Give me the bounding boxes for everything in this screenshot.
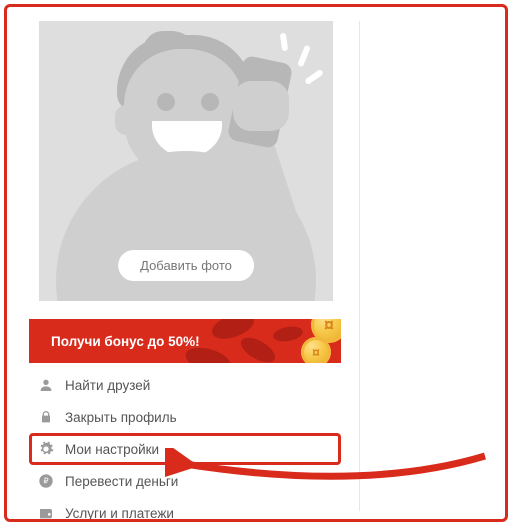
annotation-frame: Добавить фото Получи бонус до 50%! ¤ ¤ Н… [4,4,508,522]
flash-icon [304,69,324,85]
coin-icon: ¤ [301,337,331,363]
avatar-placeholder[interactable]: Добавить фото [39,21,333,301]
profile-menu: Найти друзей Закрыть профиль Мои настрой… [29,369,341,522]
menu-item-label: Мои настройки [65,442,159,457]
person-icon [37,376,55,394]
flash-icon [280,33,288,52]
petal-decor [272,325,304,344]
profile-panel: Добавить фото Получи бонус до 50%! ¤ ¤ Н… [29,21,341,522]
avatar-eyes [157,93,219,109]
menu-item-services[interactable]: Услуги и платежи [29,497,341,522]
add-photo-button[interactable]: Добавить фото [118,250,254,281]
menu-item-transfer-money[interactable]: ₽ Перевести деньги [29,465,341,497]
menu-item-label: Перевести деньги [65,474,178,489]
avatar-hand [233,81,289,131]
svg-text:₽: ₽ [43,477,48,486]
bonus-text: Получи бонус до 50%! [51,334,200,349]
column-divider [359,21,360,511]
gear-icon [37,440,55,458]
wallet-icon [37,504,55,522]
bonus-banner[interactable]: Получи бонус до 50%! ¤ ¤ [29,319,341,363]
menu-item-label: Найти друзей [65,378,150,393]
menu-item-label: Закрыть профиль [65,410,177,425]
menu-item-label: Услуги и платежи [65,506,174,521]
menu-item-close-profile[interactable]: Закрыть профиль [29,401,341,433]
menu-item-find-friends[interactable]: Найти друзей [29,369,341,401]
lock-icon [37,408,55,426]
menu-item-my-settings[interactable]: Мои настройки [29,433,341,465]
flash-icon [297,45,311,68]
ruble-icon: ₽ [37,472,55,490]
